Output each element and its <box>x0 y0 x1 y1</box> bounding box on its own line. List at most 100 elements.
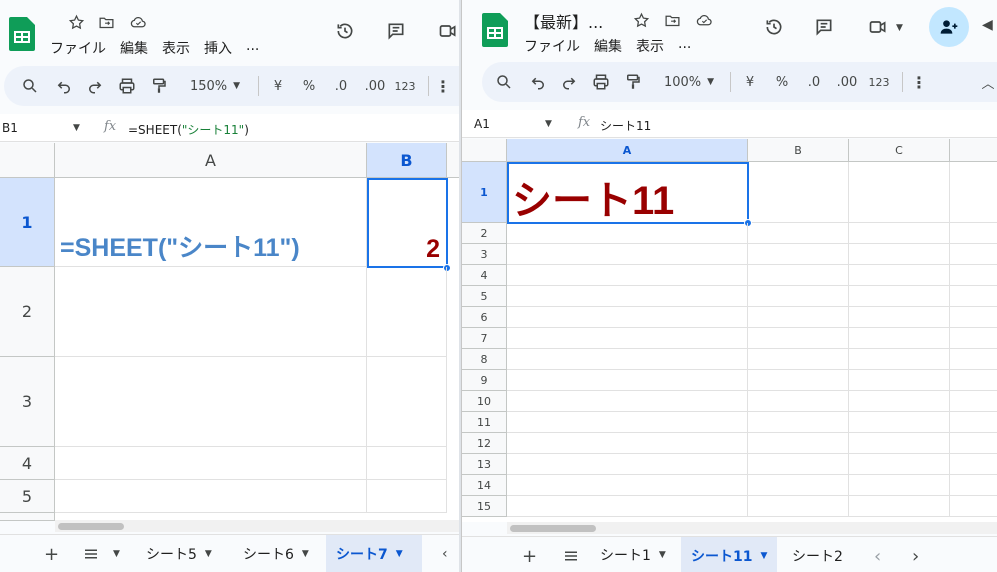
cell-a4[interactable] <box>507 265 748 286</box>
zoom-select[interactable]: 150% ▼ <box>182 66 248 106</box>
percent-format-button[interactable]: % <box>299 66 319 106</box>
select-all-corner[interactable] <box>0 143 55 178</box>
menu-view[interactable]: 表示 <box>636 36 664 56</box>
paint-format-icon[interactable] <box>621 62 645 102</box>
chevron-down-icon[interactable]: ▼ <box>545 119 552 129</box>
cell-b8[interactable] <box>748 349 849 370</box>
cell-b11[interactable] <box>748 412 849 433</box>
cell-d3[interactable] <box>950 244 997 265</box>
meet-icon[interactable] <box>866 15 890 39</box>
tab-sheet11[interactable]: シート11 ▼ <box>681 537 778 572</box>
more-options-icon[interactable]: ⋮ <box>435 66 451 106</box>
version-history-icon[interactable] <box>333 19 357 43</box>
cell-a12[interactable] <box>507 433 748 454</box>
cell-b3[interactable] <box>367 357 447 447</box>
row-header-13[interactable]: 13 <box>462 454 507 475</box>
sheets-logo-icon[interactable] <box>9 17 35 51</box>
cell-c8[interactable] <box>849 349 950 370</box>
row-header-6[interactable] <box>0 513 55 521</box>
print-icon[interactable] <box>115 66 139 106</box>
menu-more[interactable]: ... <box>678 36 691 56</box>
menu-file[interactable]: ファイル <box>524 36 580 56</box>
scrollbar-thumb[interactable] <box>510 525 596 532</box>
scroll-tabs-left-icon[interactable]: ‹ <box>864 537 891 572</box>
cell-b5[interactable] <box>367 480 447 513</box>
column-header-b[interactable]: B <box>367 143 447 178</box>
move-folder-icon[interactable] <box>664 12 682 30</box>
name-box[interactable]: A1 <box>474 117 490 131</box>
menu-edit[interactable]: 編集 <box>120 38 148 58</box>
cell-b9[interactable] <box>748 370 849 391</box>
tab-sheet2[interactable]: シート2 <box>782 537 853 572</box>
cell-b2[interactable] <box>367 267 447 357</box>
chevron-down-icon[interactable]: ▼ <box>73 123 80 133</box>
search-menus-icon[interactable] <box>18 66 42 106</box>
cell-d9[interactable] <box>950 370 997 391</box>
cloud-saved-icon[interactable] <box>130 14 148 32</box>
cell-b5[interactable] <box>748 286 849 307</box>
undo-icon[interactable] <box>526 62 550 102</box>
cell-c2[interactable] <box>849 223 950 244</box>
row-header-4[interactable]: 4 <box>462 265 507 286</box>
cell-d10[interactable] <box>950 391 997 412</box>
cell-d15[interactable] <box>950 496 997 517</box>
cell-c4[interactable] <box>849 265 950 286</box>
currency-format-button[interactable]: ¥ <box>268 66 288 106</box>
cell-c3[interactable] <box>849 244 950 265</box>
decrease-decimal-button[interactable]: .0 <box>802 62 826 102</box>
cell-b2[interactable] <box>748 223 849 244</box>
chevron-down-icon[interactable]: ▼ <box>896 23 903 33</box>
tab-sheet1[interactable]: シート1 ▼ <box>590 537 676 572</box>
menu-insert[interactable]: 挿入 <box>204 38 232 58</box>
cell-c12[interactable] <box>849 433 950 454</box>
decrease-decimal-button[interactable]: .0 <box>329 66 353 106</box>
cell-a15[interactable] <box>507 496 748 517</box>
move-folder-icon[interactable] <box>98 14 116 32</box>
tab-sheet6[interactable]: シート6 ▼ <box>233 535 319 572</box>
add-sheet-icon[interactable]: + <box>512 537 547 572</box>
cell-b12[interactable] <box>748 433 849 454</box>
cell-b6[interactable] <box>748 307 849 328</box>
redo-icon[interactable] <box>83 66 107 106</box>
currency-format-button[interactable]: ¥ <box>740 62 760 102</box>
cell-a2[interactable] <box>55 267 367 357</box>
column-header-b[interactable]: B <box>748 139 849 162</box>
increase-decimal-button[interactable]: .00 <box>833 62 861 102</box>
cell-d7[interactable] <box>950 328 997 349</box>
row-header-1[interactable]: 1 <box>462 162 507 223</box>
meet-icon[interactable] <box>436 19 459 43</box>
cell-b14[interactable] <box>748 475 849 496</box>
menu-more[interactable]: ... <box>246 38 259 58</box>
row-header-2[interactable]: 2 <box>0 267 55 357</box>
formula-text[interactable]: シート11 <box>600 117 651 134</box>
cell-a4[interactable] <box>55 447 367 480</box>
cell-b13[interactable] <box>748 454 849 475</box>
cell-c10[interactable] <box>849 391 950 412</box>
scroll-tabs-right-icon[interactable]: › <box>902 537 929 572</box>
row-header-7[interactable]: 7 <box>462 328 507 349</box>
star-icon[interactable] <box>633 12 651 30</box>
percent-format-button[interactable]: % <box>772 62 792 102</box>
cell-d2[interactable] <box>950 223 997 244</box>
undo-icon[interactable] <box>52 66 76 106</box>
cell-d5[interactable] <box>950 286 997 307</box>
cell-a1[interactable]: =SHEET("シート11") <box>55 178 367 267</box>
cell-d11[interactable] <box>950 412 997 433</box>
paint-format-icon[interactable] <box>147 66 171 106</box>
cell-b10[interactable] <box>748 391 849 412</box>
column-header-a[interactable]: A <box>55 143 367 178</box>
menu-file[interactable]: ファイル <box>50 38 106 58</box>
row-header-9[interactable]: 9 <box>462 370 507 391</box>
cell-c6[interactable] <box>849 307 950 328</box>
horizontal-scrollbar[interactable] <box>55 520 459 532</box>
cell-a9[interactable] <box>507 370 748 391</box>
cell-a5[interactable] <box>507 286 748 307</box>
cell-d6[interactable] <box>950 307 997 328</box>
row-header-15[interactable]: 15 <box>462 496 507 517</box>
cell-a14[interactable] <box>507 475 748 496</box>
cell-a13[interactable] <box>507 454 748 475</box>
scrollbar-thumb[interactable] <box>58 523 124 530</box>
cell-b3[interactable] <box>748 244 849 265</box>
comment-icon[interactable] <box>384 19 408 43</box>
row-header-1[interactable]: 1 <box>0 178 55 267</box>
